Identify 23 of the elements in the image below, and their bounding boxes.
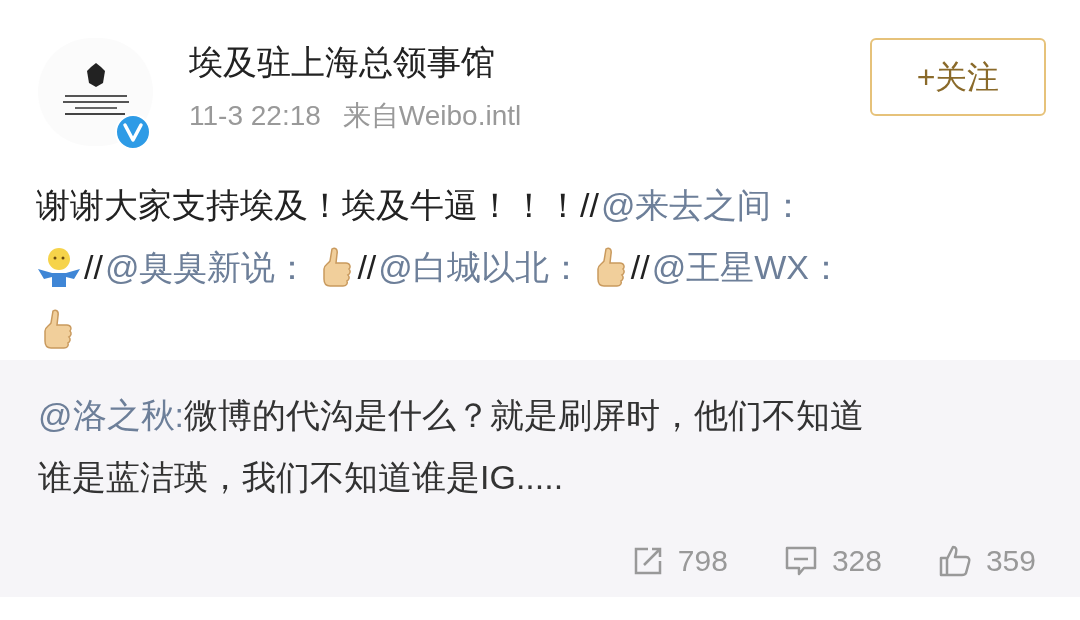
post-text: // — [630, 247, 650, 288]
comment-count[interactable]: 328 — [831, 538, 882, 583]
follow-button[interactable]: +关注 — [870, 38, 1046, 116]
author-name[interactable]: 埃及驻上海总领事馆 — [189, 40, 870, 84]
post-text: // — [357, 247, 377, 288]
post-time: 11-3 22:18 — [189, 99, 321, 133]
mention-link[interactable]: @臭臭新说： — [104, 236, 310, 298]
mention-link[interactable]: @白城以北： — [378, 236, 583, 298]
mention-link[interactable]: @来去之间： — [600, 174, 806, 236]
post-source: 来自Weibo.intl — [342, 99, 522, 133]
like-count[interactable]: 359 — [985, 538, 1036, 583]
repost-panel[interactable]: @洛之秋:微博的代沟是什么？就是刷屏时，他们不知道 谁是蓝洁瑛，我们不知道谁是IG..... 798 328 359 — [0, 360, 1080, 597]
shrug-emoji-icon — [36, 245, 82, 289]
mention-link[interactable]: @王星WX： — [651, 236, 844, 298]
post-text: // — [84, 247, 103, 288]
post-text: 微博的代沟是什么？就是刷屏时，他们不知道 — [183, 395, 864, 436]
post-text: 谢谢大家支持埃及！埃及牛逼！！！ — [36, 185, 580, 226]
comment-icon — [783, 544, 818, 577]
like-icon — [937, 543, 972, 578]
post-text: 谁是蓝洁瑛，我们不知道谁是IG..... — [38, 457, 564, 498]
post-text: // — [580, 185, 599, 226]
mention-link[interactable]: @洛之秋: — [38, 385, 184, 445]
repost-count[interactable]: 798 — [677, 538, 728, 583]
